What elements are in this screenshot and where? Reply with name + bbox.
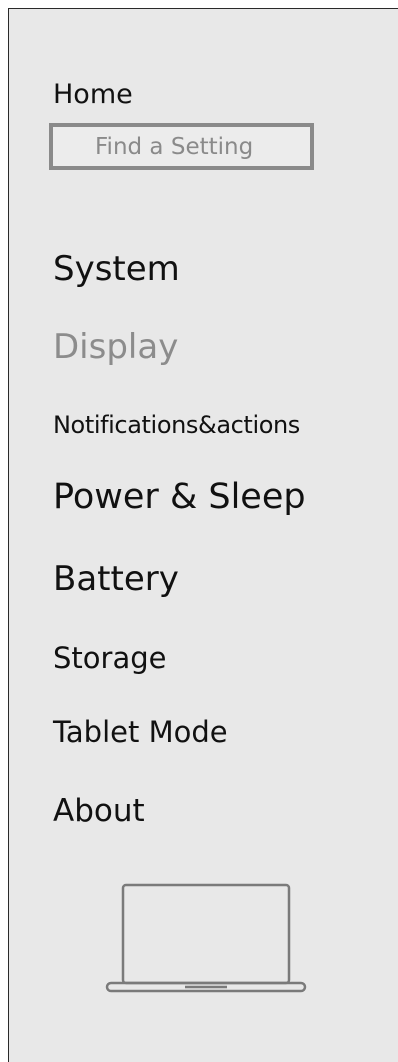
sidebar-item-display[interactable]: Display: [53, 327, 178, 367]
sidebar-item-about[interactable]: About: [53, 793, 145, 829]
laptop-icon: [105, 883, 307, 993]
find-setting-search-input[interactable]: [49, 123, 314, 170]
sidebar-item-notifications[interactable]: Notifications&actions: [53, 411, 300, 439]
sidebar-item-battery[interactable]: Battery: [53, 559, 179, 599]
sidebar-item-storage[interactable]: Storage: [53, 641, 166, 675]
home-link[interactable]: Home: [53, 79, 133, 110]
sidebar-item-power-sleep[interactable]: Power & Sleep: [53, 477, 306, 517]
sidebar-item-system[interactable]: System: [53, 249, 180, 289]
settings-sidebar: Home System Display Notifications&action…: [8, 8, 398, 1062]
sidebar-item-tablet-mode[interactable]: Tablet Mode: [53, 715, 228, 749]
